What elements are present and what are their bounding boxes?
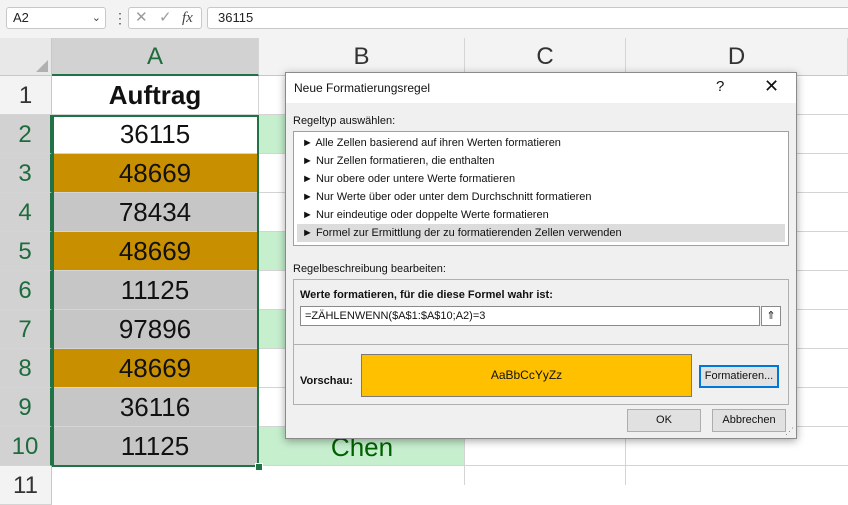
rule-type-list[interactable]: ► Alle Zellen basierend auf ihren Werten… xyxy=(293,131,789,246)
rule-type-item[interactable]: ► Nur Werte über oder unter dem Durchsch… xyxy=(297,188,785,206)
select-all-corner[interactable] xyxy=(0,38,52,76)
chevron-down-icon[interactable]: ⌄ xyxy=(92,8,101,28)
rule-type-item-selected[interactable]: ► Formel zur Ermittlung der zu formatier… xyxy=(297,224,785,242)
column-header-c[interactable]: C xyxy=(465,38,626,76)
cell-a5[interactable]: 48669 xyxy=(52,232,259,271)
more-options-icon[interactable]: ⋮ xyxy=(113,9,127,27)
format-button[interactable]: Formatieren... xyxy=(699,365,779,388)
cancel-button[interactable]: Abbrechen xyxy=(712,409,786,432)
rule-type-item[interactable]: ► Nur Zellen formatieren, die enthalten xyxy=(297,152,785,170)
row-header-8[interactable]: 8 xyxy=(0,349,52,388)
formula-input[interactable]: 36115 xyxy=(207,7,848,29)
row-header-10[interactable]: 10 xyxy=(0,427,52,466)
close-icon[interactable]: ✕ xyxy=(764,76,779,97)
cell-a3[interactable]: 48669 xyxy=(52,154,259,193)
cell-a9[interactable]: 36116 xyxy=(52,388,259,427)
cell-a2[interactable]: 36115 xyxy=(52,115,259,154)
row-header-11[interactable]: 11 xyxy=(0,466,52,505)
row-header-7[interactable]: 7 xyxy=(0,310,52,349)
cancel-icon[interactable]: ✕ xyxy=(135,8,148,28)
resize-grip-icon[interactable]: ⋰ xyxy=(785,427,794,436)
rule-type-label: Regeltyp auswählen: xyxy=(293,115,396,127)
formula-actions: ✕ ✓ fx xyxy=(128,7,202,29)
row-header-2[interactable]: 2 xyxy=(0,115,52,154)
cell-a1[interactable]: Auftrag xyxy=(52,76,259,115)
name-box-value: A2 xyxy=(13,10,29,25)
row-header-4[interactable]: 4 xyxy=(0,193,52,232)
collapse-dialog-icon[interactable]: ⇑ xyxy=(761,306,781,326)
cell-a6[interactable]: 11125 xyxy=(52,271,259,310)
select-all-triangle-icon xyxy=(36,60,48,72)
formula-field[interactable]: =ZÄHLENWENN($A$1:$A$10;A2)=3 xyxy=(300,306,760,326)
cell-a7[interactable]: 97896 xyxy=(52,310,259,349)
format-preview: AaBbCcYyZz xyxy=(361,354,692,397)
dialog-title-bar: Neue Formatierungsregel ? ✕ xyxy=(286,73,796,103)
rule-type-item[interactable]: ► Alle Zellen basierend auf ihren Werten… xyxy=(297,134,785,152)
row-header-3[interactable]: 3 xyxy=(0,154,52,193)
row-header-9[interactable]: 9 xyxy=(0,388,52,427)
edit-description-label: Regelbeschreibung bearbeiten: xyxy=(293,263,446,275)
row-header-1[interactable]: 1 xyxy=(0,76,52,115)
fill-handle[interactable] xyxy=(255,463,263,471)
name-box[interactable]: A2 ⌄ xyxy=(6,7,106,29)
divider xyxy=(294,344,788,345)
formula-label: Werte formatieren, für die diese Formel … xyxy=(300,289,553,301)
rule-description-panel: Werte formatieren, für die diese Formel … xyxy=(293,279,789,405)
ok-button[interactable]: OK xyxy=(627,409,701,432)
dialog-title: Neue Formatierungsregel xyxy=(294,81,431,95)
row-header-6[interactable]: 6 xyxy=(0,271,52,310)
cell-a4[interactable]: 78434 xyxy=(52,193,259,232)
column-header-a[interactable]: A xyxy=(52,38,259,76)
fx-icon[interactable]: fx xyxy=(182,8,193,28)
formula-bar: A2 ⌄ ⋮ ✕ ✓ fx 36115 xyxy=(0,0,848,38)
check-icon[interactable]: ✓ xyxy=(159,8,172,28)
cell-a10[interactable]: 11125 xyxy=(52,427,259,466)
column-header-b[interactable]: B xyxy=(259,38,465,76)
rule-type-item[interactable]: ► Nur eindeutige oder doppelte Werte for… xyxy=(297,206,785,224)
cell-a8[interactable]: 48669 xyxy=(52,349,259,388)
row-header-5[interactable]: 5 xyxy=(0,232,52,271)
preview-label: Vorschau: xyxy=(300,375,353,387)
column-header-d[interactable]: D xyxy=(626,38,848,76)
new-formatting-rule-dialog: Neue Formatierungsregel ? ✕ Regeltyp aus… xyxy=(285,72,797,439)
help-icon[interactable]: ? xyxy=(716,78,724,95)
rule-type-item[interactable]: ► Nur obere oder untere Werte formatiere… xyxy=(297,170,785,188)
